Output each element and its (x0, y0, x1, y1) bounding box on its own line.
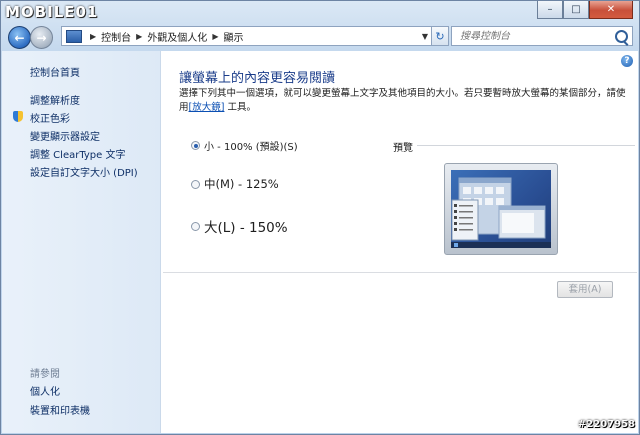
maximize-button[interactable]: □ (563, 1, 589, 19)
sidebar-item-change-display-settings[interactable]: 變更顯示器設定 (30, 128, 100, 143)
see-also-devices-printers[interactable]: 裝置和印表機 (30, 402, 90, 417)
sidebar-item-control-panel-home[interactable]: 控制台首頁 (30, 64, 80, 79)
window-controls: – □ ✕ (537, 1, 633, 19)
option-medium[interactable]: 中(M) - 125% (191, 176, 279, 192)
see-also-heading: 請參閱 (30, 369, 60, 380)
address-dropdown-icon[interactable]: ▼ (418, 32, 432, 41)
main-panel: ? 讓螢幕上的內容更容易閱讀 選擇下列其中一個選項，就可以變更螢幕上文字及其他項… (160, 51, 638, 433)
preview-desktop-illustration (451, 177, 551, 248)
magnifier-link[interactable]: [放大鏡] (189, 102, 225, 113)
option-large[interactable]: 大(L) - 150% (191, 216, 288, 236)
option-medium-label[interactable]: 中(M) - 125% (204, 176, 279, 192)
forward-arrow-icon: → (36, 30, 47, 45)
apply-button[interactable]: 套用(A) (557, 281, 613, 298)
back-arrow-icon: ← (14, 30, 25, 45)
search-input[interactable] (458, 29, 612, 43)
minimize-icon: – (547, 4, 553, 15)
navigation-bar: ← → ▶ 控制台 ▶ 外觀及個人化 ▶ 顯示 ▼ ↻ (1, 23, 639, 50)
preview-divider (417, 145, 635, 146)
control-panel-icon (66, 29, 82, 43)
radio-large[interactable] (191, 221, 200, 231)
preview-label: 預覽 (393, 143, 413, 154)
forward-button[interactable]: → (30, 26, 53, 49)
breadcrumb-chevron-icon[interactable]: ▶ (136, 32, 142, 41)
shield-icon (13, 111, 23, 122)
help-icon[interactable]: ? (621, 55, 633, 67)
breadcrumb-display[interactable]: 顯示 (223, 29, 243, 44)
address-bar[interactable]: ▶ 控制台 ▶ 外觀及個人化 ▶ 顯示 ▼ (61, 26, 433, 46)
refresh-button[interactable]: ↻ (431, 26, 449, 46)
watermark-id: #2207958 (577, 419, 635, 430)
search-box[interactable] (451, 26, 633, 46)
sidebar: 控制台首頁 調整解析度 校正色彩 變更顯示器設定 調整 ClearType 文字… (2, 51, 161, 433)
sidebar-item-calibrate-color[interactable]: 校正色彩 (30, 110, 70, 125)
preview-monitor (444, 163, 558, 255)
option-large-label[interactable]: 大(L) - 150% (204, 216, 288, 236)
sidebar-item-custom-dpi[interactable]: 設定自訂文字大小 (DPI) (30, 164, 138, 179)
preview-screen (451, 170, 551, 248)
search-icon[interactable] (615, 29, 628, 43)
close-button[interactable]: ✕ (589, 1, 633, 19)
minimize-button[interactable]: – (537, 1, 563, 19)
option-small-label[interactable]: 小 - 100% (預設)(S) (204, 138, 298, 153)
watermark-logo: MOBILE01 (5, 3, 99, 21)
breadcrumb-control-panel[interactable]: 控制台 (101, 29, 131, 44)
section-divider (163, 272, 637, 273)
breadcrumb-appearance[interactable]: 外觀及個人化 (147, 29, 207, 44)
breadcrumb-chevron-icon[interactable]: ▶ (212, 32, 218, 41)
see-also-personalization[interactable]: 個人化 (30, 383, 60, 398)
sidebar-item-adjust-resolution[interactable]: 調整解析度 (30, 92, 80, 107)
control-panel-window: MOBILE01 – □ ✕ ← → ▶ 控制台 ▶ 外觀及個人化 ▶ 顯示 ▼… (0, 0, 640, 435)
refresh-icon: ↻ (435, 29, 445, 43)
page-description: 選擇下列其中一個選項，就可以變更螢幕上文字及其他項目的大小。若只要暫時放大螢幕的… (179, 87, 634, 115)
breadcrumb-chevron-icon[interactable]: ▶ (90, 32, 96, 41)
sidebar-item-adjust-cleartype[interactable]: 調整 ClearType 文字 (30, 146, 125, 161)
content-area: 控制台首頁 調整解析度 校正色彩 變更顯示器設定 調整 ClearType 文字… (2, 51, 638, 433)
close-icon: ✕ (606, 4, 616, 15)
maximize-icon: □ (571, 4, 581, 15)
page-title: 讓螢幕上的內容更容易閱讀 (179, 71, 336, 86)
back-button[interactable]: ← (8, 26, 31, 49)
description-text-end: 工具。 (224, 102, 256, 113)
radio-medium[interactable] (191, 179, 200, 189)
radio-small[interactable] (191, 141, 200, 150)
option-small[interactable]: 小 - 100% (預設)(S) (191, 138, 298, 153)
